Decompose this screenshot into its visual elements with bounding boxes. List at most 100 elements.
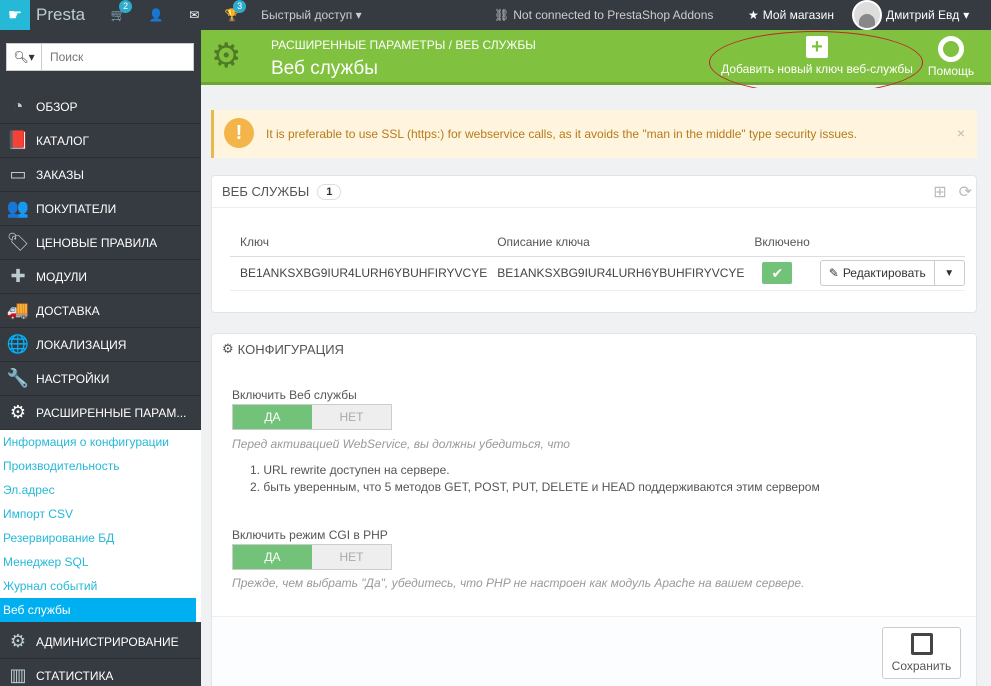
panel-heading: ВЕБ СЛУЖБЫ 1 [212, 176, 976, 208]
avatar [852, 0, 882, 30]
sidebar-item-label: ДОСТАВКА [36, 303, 100, 318]
tag-icon: 🏷 [6, 232, 30, 252]
sidebar-item-label: АДМИНИСТРИРОВАНИЕ [36, 634, 179, 649]
table-row[interactable]: BE1ANKSXBG9IUR4LURH6YBUHFIRYVCYE BE1ANKS… [230, 256, 965, 291]
pencil-icon: ✎ [828, 266, 839, 280]
column-header[interactable]: Включено [744, 228, 810, 257]
column-header[interactable]: Ключ [230, 228, 488, 257]
puzzle-icon: ✚ [10, 266, 26, 286]
caret-down-icon: ▼ [944, 267, 955, 279]
help-label: Помощь [927, 64, 975, 78]
sidebar-item-settings[interactable]: 🔧 НАСТРОЙКИ [0, 362, 201, 396]
submenu-item-logs[interactable]: Журнал событий [0, 574, 201, 598]
bar-chart-icon: ▥ [9, 665, 27, 685]
search-type-button[interactable]: 🔍︎ ▾ [6, 43, 42, 71]
actions-cell: ✎ Редактировать ▼ [809, 256, 965, 291]
search-input[interactable] [42, 43, 194, 71]
switch-yes[interactable]: ДА [233, 405, 312, 429]
gears-icon: ⚙ [9, 402, 27, 422]
submenu-item-db-backup[interactable]: Резервирование БД [0, 526, 201, 550]
star-icon: ★ [748, 8, 759, 22]
dashboard-icon: ◔ [12, 96, 24, 116]
page-header: ⚙ РАСШИРЕННЫЕ ПАРАМЕТРЫ / ВЕБ СЛУЖБЫ Веб… [201, 30, 991, 94]
trophy-badge: 3 [233, 0, 247, 13]
sidebar-item-price-rules[interactable]: 🏷 ЦЕНОВЫЕ ПРАВИЛА [0, 226, 201, 260]
sidebar-item-label: ПОКУПАТЕЛИ [36, 201, 117, 216]
add-webservice-key-button[interactable]: + Добавить новый ключ веб-службы [717, 36, 917, 76]
quick-access-label: Быстрый доступ [261, 8, 353, 22]
submenu-item-csv-import[interactable]: Импорт CSV [0, 502, 201, 526]
sidebar-item-customers[interactable]: 👥 ПОКУПАТЕЛИ [0, 192, 201, 226]
sidebar-item-label: СТАТИСТИКА [36, 668, 114, 683]
caret-down-icon: ▾ [963, 8, 970, 22]
sidebar-item-stats[interactable]: ▥ СТАТИСТИКА [0, 659, 201, 686]
sidebar-item-label: НАСТРОЙКИ [36, 371, 110, 386]
list-item: 2. быть уверенным, что 5 методов GET, PO… [250, 480, 820, 494]
key-cell: BE1ANKSXBG9IUR4LURH6YBUHFIRYVCYE [230, 256, 488, 291]
submenu-item-email[interactable]: Эл.адрес [0, 478, 201, 502]
my-shop-link[interactable]: ★ Мой магазин [748, 0, 834, 30]
quick-access-menu[interactable]: Быстрый доступ ▾ [261, 8, 362, 22]
configuration-panel: ⚙ КОНФИГУРАЦИЯ Включить Веб службы ДА НЕ… [211, 333, 977, 686]
enabled-toggle[interactable]: ✔ [762, 262, 793, 284]
sidebar-item-localization[interactable]: 🌐 ЛОКАЛИЗАЦИЯ [0, 328, 201, 362]
sidebar-item-advanced-parameters[interactable]: ⚙ РАСШИРЕННЫЕ ПАРАМ... [0, 396, 201, 430]
lifebuoy-icon [938, 36, 964, 62]
save-button[interactable]: Сохранить [882, 627, 961, 679]
edit-button[interactable]: ✎ Редактировать [819, 260, 935, 286]
enabled-cell: ✔ [744, 256, 810, 291]
message-icon[interactable]: ✉ [175, 0, 213, 30]
customer-icon[interactable]: 👤 [137, 0, 175, 30]
trophy-icon[interactable]: 🏆 3 [213, 0, 251, 30]
sidebar-item-modules[interactable]: ✚ МОДУЛИ [0, 260, 201, 294]
user-menu[interactable]: Дмитрий Евд ▾ [852, 0, 969, 30]
ssl-warning-alert: ! It is preferable to use SSL (https:) f… [211, 110, 977, 158]
edit-button-group: ✎ Редактировать ▼ [819, 260, 965, 286]
edit-label: Редактировать [842, 266, 926, 280]
sidebar-item-orders[interactable]: ▭ ЗАКАЗЫ [0, 158, 201, 192]
submenu-item-config-info[interactable]: Информация о конфигурации [0, 430, 201, 454]
sidebar-submenu: Информация о конфигурации Производительн… [0, 430, 201, 622]
column-header[interactable]: Описание ключа [487, 228, 745, 257]
top-navbar: ☛ Presta 🛒 2 👤 ✉ 🏆 3 Быстрый доступ ▾ ⛓ Not… [0, 0, 991, 30]
enable-webservice-switch[interactable]: ДА НЕТ [232, 404, 392, 430]
submenu-item-sql-manager[interactable]: Менеджер SQL [0, 550, 201, 574]
globe-icon: 🌐 [6, 334, 30, 354]
add-webservice-key-label: Добавить новый ключ веб-службы [721, 62, 913, 76]
addons-status-label: Not connected to PrestaShop Addons [513, 8, 714, 22]
prestashop-logo-icon[interactable]: ☛ [0, 0, 30, 30]
brand-name: Presta [36, 5, 86, 24]
addons-status-link[interactable]: ⛓ Not connected to PrestaShop Addons [494, 0, 713, 30]
users-icon: 👥 [6, 198, 30, 218]
switch-no[interactable]: НЕТ [312, 545, 391, 569]
enable-cgi-switch[interactable]: ДА НЕТ [232, 544, 392, 570]
list-item: 1. URL rewrite доступен на сервере. [250, 463, 450, 477]
wrench-icon: 🔧 [6, 368, 30, 388]
add-icon[interactable]: ⊞ [933, 182, 946, 202]
submenu-item-performance[interactable]: Производительность [0, 454, 201, 478]
alert-message: It is preferable to use SSL (https:) for… [266, 127, 857, 141]
sidebar-item-administration[interactable]: ⚙ АДМИНИСТРИРОВАНИЕ [0, 625, 201, 659]
chain-icon: ⛓ [494, 8, 510, 22]
sidebar-item-catalog[interactable]: 📕 КАТАЛОГ [0, 124, 201, 158]
sidebar-item-label: РАСШИРЕННЫЕ ПАРАМ... [36, 405, 187, 420]
sidebar-item-dashboard[interactable]: ◔ ОБЗОР [0, 90, 201, 124]
gear-icon: ⚙ [9, 631, 27, 651]
help-button[interactable]: Помощь [921, 36, 981, 78]
submenu-item-webservice[interactable]: Веб службы [0, 598, 196, 622]
sidebar-item-label: КАТАЛОГ [36, 133, 89, 148]
sidebar-item-shipping[interactable]: 🚚 ДОСТАВКА [0, 294, 201, 328]
enable-cgi-label: Включить режим CGI в PHP [232, 528, 388, 542]
cart-badge: 2 [119, 0, 133, 13]
refresh-icon[interactable]: ⟳ [959, 182, 972, 202]
credit-card-icon: ▭ [9, 164, 27, 184]
close-icon[interactable]: × [957, 125, 965, 141]
warning-icon: ! [224, 118, 254, 148]
edit-dropdown-toggle[interactable]: ▼ [934, 260, 965, 286]
cart-icon[interactable]: 🛒 2 [99, 0, 137, 30]
webservice-hint: Перед активацией WebService, вы должны у… [232, 437, 570, 451]
switch-no[interactable]: НЕТ [312, 405, 391, 429]
switch-yes[interactable]: ДА [233, 545, 312, 569]
sidebar-item-label: ЛОКАЛИЗАЦИЯ [36, 337, 127, 352]
breadcrumb[interactable]: РАСШИРЕННЫЕ ПАРАМЕТРЫ / ВЕБ СЛУЖБЫ [271, 38, 536, 52]
